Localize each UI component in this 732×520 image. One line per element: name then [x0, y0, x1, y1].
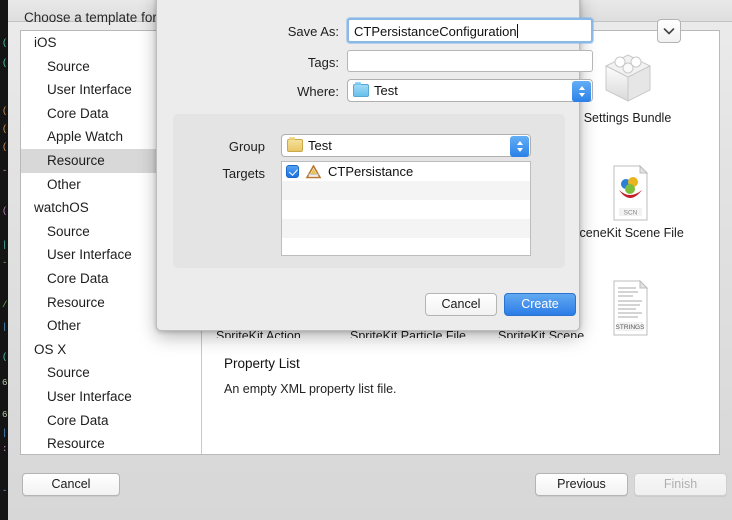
target-row[interactable]	[282, 181, 530, 200]
tags-input[interactable]	[347, 50, 593, 72]
code-fragment: -	[2, 258, 8, 268]
category-item-core-data[interactable]: Core Data	[21, 409, 201, 433]
group-label: Group	[228, 139, 265, 154]
finish-button: Finish	[634, 473, 727, 496]
template-description-pane: Property List An empty XML property list…	[202, 338, 719, 454]
targets-list[interactable]: CTPersistance	[281, 161, 531, 256]
description-text: An empty XML property list file.	[224, 382, 397, 396]
tags-label: Tags:	[307, 55, 339, 70]
where-popup-button[interactable]: Test	[347, 79, 593, 102]
category-item-user-interface[interactable]: User Interface	[21, 385, 201, 409]
scenekit-scene-file-icon: SCN	[613, 164, 648, 221]
target-row[interactable]	[282, 219, 530, 238]
svg-text:STRINGS: STRINGS	[615, 324, 645, 331]
save-file-sheet: Save As: CTPersistanceConfiguration Tags…	[156, 0, 681, 331]
code-fragment: (	[2, 142, 8, 152]
svg-text:SCN: SCN	[623, 210, 637, 217]
target-checkbox[interactable]	[286, 165, 299, 178]
code-fragment: 6	[2, 410, 8, 420]
category-item-source[interactable]: Source	[21, 361, 201, 385]
template-label: SceneKit Scene File	[571, 226, 684, 240]
save-as-label: Save As:	[287, 24, 339, 39]
code-fragment: |	[2, 322, 8, 332]
updown-chevron-icon	[510, 136, 529, 157]
settings-bundle-icon	[604, 54, 651, 102]
code-fragment: -	[2, 486, 8, 496]
targets-label: Targets	[222, 166, 265, 181]
code-fragment: (	[2, 352, 8, 362]
code-fragment: 6	[2, 378, 8, 388]
folder-icon	[287, 137, 303, 152]
code-fragment: :	[2, 444, 8, 454]
text-caret	[516, 24, 518, 38]
description-title: Property List	[224, 356, 300, 371]
code-fragment: (	[2, 58, 8, 68]
group-popup-button[interactable]: Test	[281, 134, 531, 157]
previous-button[interactable]: Previous	[535, 473, 628, 496]
code-fragment: |	[2, 428, 8, 438]
where-label: Where:	[297, 84, 339, 99]
code-fragment: (	[2, 206, 8, 216]
target-row[interactable]: CTPersistance	[282, 162, 530, 181]
strings-file-icon: STRINGS	[613, 279, 648, 336]
target-name: CTPersistance	[328, 164, 414, 179]
code-fragment: |	[2, 240, 8, 250]
code-fragment: (	[2, 38, 8, 48]
target-row[interactable]	[282, 200, 530, 219]
code-fragment: (	[2, 124, 8, 134]
category-item-resource[interactable]: Resource	[21, 432, 201, 454]
category-item-os-x[interactable]: OS X	[21, 338, 201, 362]
group-value: Test	[308, 138, 332, 153]
updown-chevron-icon	[572, 81, 591, 102]
code-fragment: -	[2, 166, 8, 176]
sheet-cancel-button[interactable]: Cancel	[425, 293, 497, 316]
target-app-icon	[305, 163, 322, 179]
group-targets-panel: Group Test Targets CTPersistance	[173, 114, 565, 268]
where-value: Test	[374, 83, 398, 98]
sheet-create-button[interactable]: Create	[504, 293, 576, 316]
save-as-value: CTPersistanceConfiguration	[354, 24, 517, 39]
folder-icon	[353, 82, 369, 97]
expand-browser-button[interactable]	[657, 19, 681, 43]
save-as-input[interactable]: CTPersistanceConfiguration	[347, 18, 593, 43]
cancel-button[interactable]: Cancel	[22, 473, 120, 496]
code-fragment: (	[2, 106, 8, 116]
code-fragment: /	[2, 300, 8, 310]
template-label: Settings Bundle	[583, 111, 672, 125]
chevron-down-icon	[663, 28, 675, 35]
target-row[interactable]	[282, 238, 530, 255]
